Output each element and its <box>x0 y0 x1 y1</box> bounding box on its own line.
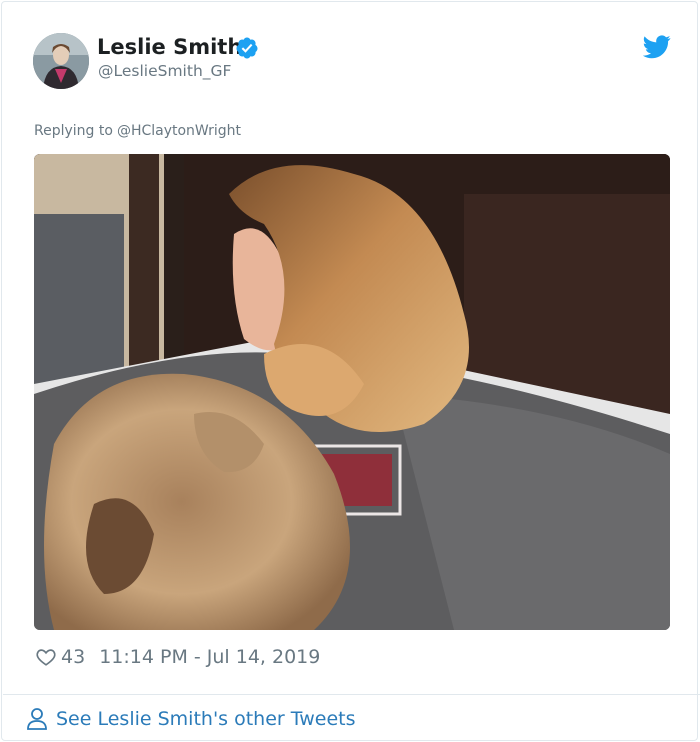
avatar[interactable] <box>33 33 89 89</box>
reply-prefix: Replying to <box>34 123 113 139</box>
heart-icon[interactable] <box>35 646 57 668</box>
verified-badge-icon <box>236 37 258 59</box>
see-other-tweets-label: See Leslie Smith's other Tweets <box>56 708 356 730</box>
person-icon <box>27 708 47 730</box>
like-count[interactable]: 43 <box>61 646 85 668</box>
reply-context: Replying to @HClaytonWright <box>34 122 241 140</box>
tweet-photo[interactable] <box>34 154 670 630</box>
author-name[interactable]: Leslie Smith <box>97 33 242 61</box>
author-handle[interactable]: @LeslieSmith_GF <box>98 61 231 81</box>
tweet-meta: 43 11:14 PM - Jul 14, 2019 <box>35 644 320 670</box>
see-other-tweets-link[interactable]: See Leslie Smith's other Tweets <box>26 706 356 732</box>
twitter-bird-icon[interactable] <box>643 35 671 59</box>
reply-mention-link[interactable]: @HClaytonWright <box>117 123 241 139</box>
divider <box>3 694 700 695</box>
tweet-timestamp[interactable]: 11:14 PM - Jul 14, 2019 <box>99 646 320 668</box>
tweet-card: Leslie Smith @LeslieSmith_GF Replying to… <box>1 1 700 741</box>
